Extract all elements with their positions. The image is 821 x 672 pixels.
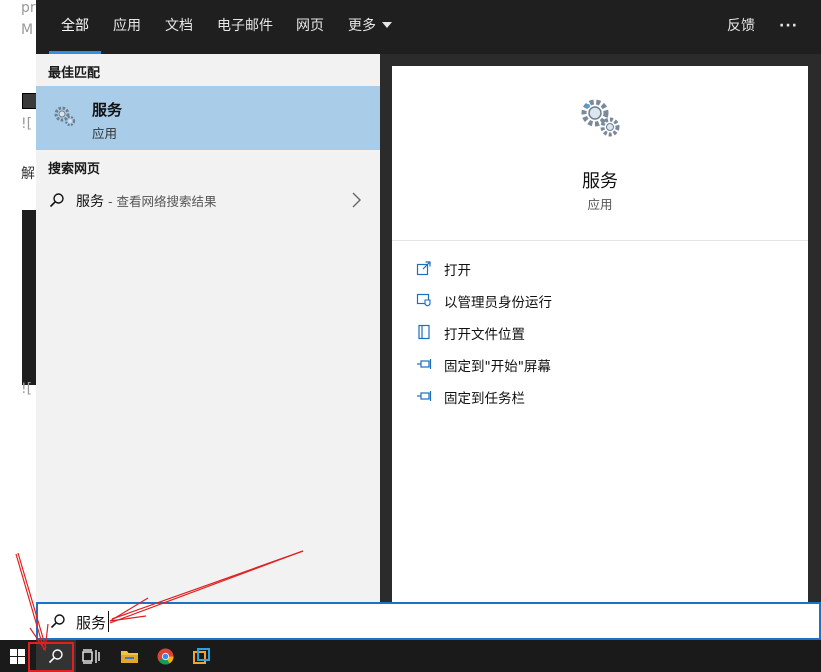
tab-web[interactable]: 网页	[296, 0, 324, 54]
pinned-app-button[interactable]	[184, 640, 220, 672]
search-query: 服务	[76, 614, 107, 632]
action-run-as-admin[interactable]: 以管理员身份运行	[412, 289, 792, 311]
web-search-heading: 搜索网页	[48, 162, 101, 177]
tab-email[interactable]: 电子邮件	[217, 0, 273, 54]
preview-subtitle: 应用	[587, 197, 613, 212]
action-open-file-location[interactable]: 打开文件位置	[412, 321, 792, 343]
web-search-item[interactable]: 服务 - 查看网络搜索结果	[36, 184, 380, 216]
web-search-query: 服务	[76, 194, 104, 210]
best-match-heading: 最佳匹配	[48, 66, 101, 81]
tab-all[interactable]: 全部	[49, 0, 101, 54]
task-view-button[interactable]	[76, 640, 112, 672]
preview-card: 服务 应用 打开 以管理员身份运行 打开文件位置 固定到"开始"屏幕 固定到任务…	[392, 66, 808, 604]
chrome-icon	[157, 648, 174, 665]
action-label: 打开文件位置	[444, 327, 525, 343]
background-text: pr	[21, 0, 36, 16]
services-gear-icon	[54, 106, 76, 127]
background-text: 解	[21, 166, 35, 182]
more-options-button[interactable]: ···	[779, 0, 798, 54]
search-panel: 全部 应用 文档 电子邮件 网页 更多 反馈 ··· 最佳匹配 服务 应用 搜索…	[36, 0, 821, 640]
file-explorer-button[interactable]	[112, 640, 148, 672]
task-view-icon	[82, 649, 100, 664]
search-icon	[50, 614, 65, 629]
action-label: 固定到"开始"屏幕	[444, 359, 551, 375]
windows-start-icon	[10, 649, 25, 664]
action-pin-to-taskbar[interactable]: 固定到任务栏	[412, 385, 792, 407]
chevron-right-icon[interactable]	[350, 192, 362, 208]
best-match-name: 服务	[92, 101, 123, 119]
background-image	[22, 210, 36, 385]
pin-icon	[417, 359, 432, 369]
file-explorer-icon	[121, 651, 138, 663]
annotation-highlight-box	[28, 642, 74, 672]
text-cursor	[108, 611, 109, 632]
tab-documents[interactable]: 文档	[165, 0, 193, 54]
background-text: ![	[21, 116, 33, 132]
tab-more[interactable]: 更多	[348, 0, 392, 54]
action-label: 固定到任务栏	[444, 391, 525, 407]
action-label: 以管理员身份运行	[444, 295, 552, 311]
background-text: ![	[21, 381, 33, 397]
chrome-button[interactable]	[148, 640, 184, 672]
preview-header: 服务 应用	[392, 66, 808, 241]
action-pin-to-start[interactable]: 固定到"开始"屏幕	[412, 353, 792, 375]
search-input[interactable]: 服务	[36, 602, 821, 640]
feedback-button[interactable]: 反馈	[727, 0, 755, 54]
app-icon	[193, 648, 210, 664]
best-match-item[interactable]: 服务 应用	[36, 86, 380, 150]
action-label: 打开	[444, 263, 471, 279]
open-icon	[416, 261, 431, 276]
file-location-icon	[418, 324, 430, 340]
preview-pane: 服务 应用 打开 以管理员身份运行 打开文件位置 固定到"开始"屏幕 固定到任务…	[380, 54, 821, 604]
filter-bar: 全部 应用 文档 电子邮件 网页 更多 反馈 ···	[36, 0, 821, 54]
action-open[interactable]: 打开	[412, 257, 792, 279]
shield-icon	[416, 293, 431, 307]
web-search-hint: - 查看网络搜索结果	[104, 194, 217, 209]
results-list: 最佳匹配 服务 应用 搜索网页 服务 - 查看网络搜索结果	[36, 54, 380, 604]
search-icon	[49, 193, 64, 208]
chevron-down-icon	[382, 22, 392, 28]
tab-more-label: 更多	[348, 18, 376, 34]
web-search-label: 服务 - 查看网络搜索结果	[76, 191, 216, 211]
tab-apps[interactable]: 应用	[113, 0, 141, 54]
preview-title: 服务	[582, 171, 618, 192]
best-match-type: 应用	[92, 126, 118, 141]
services-gear-icon	[581, 99, 620, 137]
pin-icon	[417, 391, 432, 401]
background-text: M	[21, 22, 34, 38]
taskbar	[0, 640, 821, 672]
